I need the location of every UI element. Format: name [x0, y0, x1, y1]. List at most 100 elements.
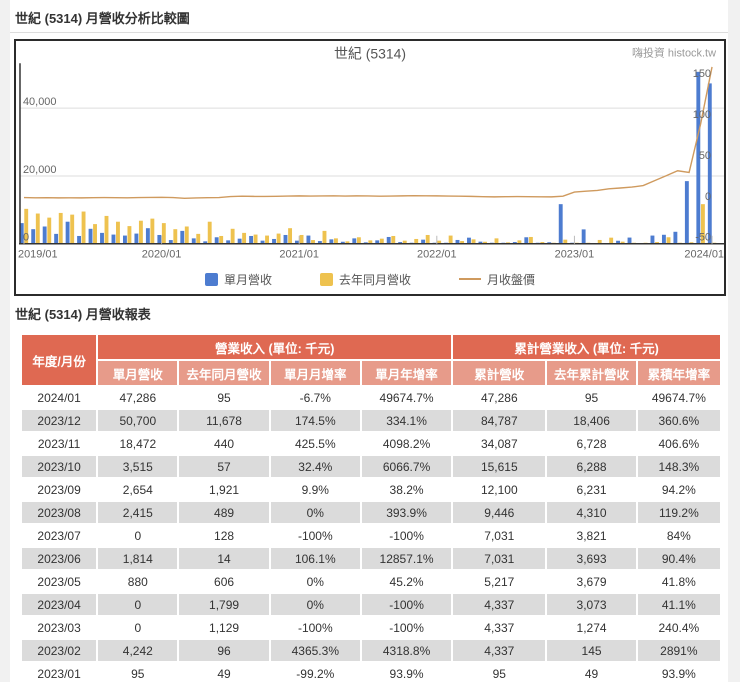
revenue-table: 年度/月份 營業收入 (單位: 千元) 累計營業收入 (單位: 千元) 單月營收 去年同…	[20, 333, 722, 682]
cell-value: 334.1%	[361, 410, 452, 431]
svg-text:40,000: 40,000	[23, 96, 57, 108]
cell-value: 47,286	[453, 387, 546, 408]
cell-month: 2023/10	[22, 456, 97, 477]
header-sub-1: 單月營收	[98, 361, 178, 385]
cell-value: 7,031	[453, 548, 546, 569]
cell-value: 34,087	[453, 433, 546, 454]
svg-text:2019/01: 2019/01	[18, 249, 58, 261]
table-section-title: 世紀 (5314) 月營收報表	[15, 307, 151, 322]
cell-value: 6,231	[547, 479, 636, 500]
cell-value: 3,073	[547, 594, 636, 615]
cell-month: 2023/03	[22, 617, 97, 638]
cell-value: -6.7%	[270, 387, 360, 408]
cell-value: 45.2%	[361, 571, 452, 592]
table-row: 2023/08 2,415 489 0% 393.9% 9,446 4,310 119.2%	[22, 502, 720, 523]
cell-month: 2023/06	[22, 548, 97, 569]
cell-value: 9,446	[453, 502, 546, 523]
cell-value: 11,678	[179, 410, 269, 431]
cell-value: 406.6%	[637, 433, 720, 454]
cell-value: 240.4%	[637, 617, 720, 638]
cell-value: 4,337	[453, 640, 546, 661]
cell-value: 3,515	[98, 456, 178, 477]
cell-value: 41.8%	[637, 571, 720, 592]
revenue-chart-svg[interactable]: 2019/01 2020/01 2021/01 2022/01 2023/01 2024/…	[16, 41, 724, 269]
cell-value: 95	[547, 387, 636, 408]
cell-value: 95	[179, 387, 269, 408]
revenue-chart[interactable]: 2019/01 2020/01 2021/01 2022/01 2023/01 2024/…	[14, 39, 726, 296]
cell-value: 49	[547, 663, 636, 682]
cell-value: -100%	[270, 617, 360, 638]
cell-value: 1,814	[98, 548, 178, 569]
legend-square-icon	[204, 272, 218, 286]
cell-value: 93.9%	[361, 663, 452, 682]
table-row: 2023/10 3,515 57 32.4% 6066.7% 15,615 6,288 148…	[22, 456, 720, 477]
cell-value: 2891%	[637, 640, 720, 661]
header-year-month: 年度/月份	[22, 335, 97, 385]
cell-value: 0	[98, 525, 178, 546]
cell-value: 18,406	[547, 410, 636, 431]
cell-value: 9.9%	[270, 479, 360, 500]
table-row: 2023/06 1,814 14 106.1% 12857.1% 7,031 3,693 90…	[22, 548, 720, 569]
legend-item-2[interactable]: 去年同月營收	[319, 271, 411, 288]
header-sub-6: 去年累計營收	[547, 361, 636, 385]
cell-value: 489	[179, 502, 269, 523]
cell-value: -100%	[361, 525, 452, 546]
cell-value: 84%	[637, 525, 720, 546]
header-sub-2: 去年同月營收	[179, 361, 269, 385]
svg-text:2020/01: 2020/01	[142, 249, 182, 261]
cell-month: 2023/09	[22, 479, 97, 500]
svg-text:20,000: 20,000	[23, 164, 57, 176]
cell-month: 2024/01	[22, 387, 97, 408]
header-group-1: 營業收入 (單位: 千元)	[98, 335, 452, 359]
cell-value: 49674.7%	[637, 387, 720, 408]
cell-value: 32.4%	[270, 456, 360, 477]
cell-value: 6,288	[547, 456, 636, 477]
cell-value: 6,728	[547, 433, 636, 454]
svg-text:2023/01: 2023/01	[555, 249, 595, 261]
cell-value: -100%	[361, 594, 452, 615]
cell-value: 49674.7%	[361, 387, 452, 408]
cell-value: 4365.3%	[270, 640, 360, 661]
legend-item-1[interactable]: 單月營收	[204, 271, 272, 288]
header-sub-7: 累積年增率	[637, 361, 720, 385]
table-row: 2023/12 50,700 11,678 174.5% 334.1% 84,787 18,…	[22, 410, 720, 431]
cell-value: 38.2%	[361, 479, 452, 500]
table-row: 2023/11 18,472 440 425.5% 4098.2% 34,087 6,728…	[22, 433, 720, 454]
table-row: 2023/09 2,654 1,921 9.9% 38.2% 12,100 6,231 94.…	[22, 479, 720, 500]
cell-value: -100%	[361, 617, 452, 638]
cell-value: 12,100	[453, 479, 546, 500]
cell-value: 4,337	[453, 617, 546, 638]
cell-value: 49	[179, 663, 269, 682]
cell-value: 174.5%	[270, 410, 360, 431]
cell-value: 15,615	[453, 456, 546, 477]
cell-value: 4,337	[453, 594, 546, 615]
legend-label: 去年同月營收	[338, 272, 411, 287]
cell-value: 0	[98, 594, 178, 615]
table-row: 2023/01 95 49 -99.2% 93.9% 95 49 93.9%	[22, 663, 720, 682]
legend-line-icon	[459, 278, 481, 280]
svg-text:-50: -50	[695, 232, 711, 244]
table-row: 2023/07 0 128 -100% -100% 7,031 3,821 84%	[22, 525, 720, 546]
cell-value: 5,217	[453, 571, 546, 592]
cell-value: 2,415	[98, 502, 178, 523]
cell-value: 606	[179, 571, 269, 592]
cell-month: 2023/02	[22, 640, 97, 661]
cell-value: 0%	[270, 502, 360, 523]
table-row: 2023/05 880 606 0% 45.2% 5,217 3,679 41.8%	[22, 571, 720, 592]
cell-month: 2023/04	[22, 594, 97, 615]
legend-item-3[interactable]: 月收盤價	[459, 271, 535, 288]
cell-value: 880	[98, 571, 178, 592]
svg-text:2021/01: 2021/01	[279, 249, 319, 261]
cell-value: 0%	[270, 594, 360, 615]
header-sub-5: 累計營收	[453, 361, 546, 385]
cell-value: 148.3%	[637, 456, 720, 477]
table-row: 2023/02 4,242 96 4365.3% 4318.8% 4,337 145 2891…	[22, 640, 720, 661]
table-row: 2023/04 0 1,799 0% -100% 4,337 3,073 41.1%	[22, 594, 720, 615]
cell-value: 14	[179, 548, 269, 569]
header-sub-4: 單月年增率	[361, 361, 452, 385]
revenue-table-body: 2024/01 47,286 95 -6.7% 49674.7% 47,286 95 4967…	[22, 387, 720, 682]
cell-month: 2023/11	[22, 433, 97, 454]
svg-text:0: 0	[705, 191, 711, 203]
svg-text:50: 50	[699, 150, 711, 162]
cell-value: 12857.1%	[361, 548, 452, 569]
